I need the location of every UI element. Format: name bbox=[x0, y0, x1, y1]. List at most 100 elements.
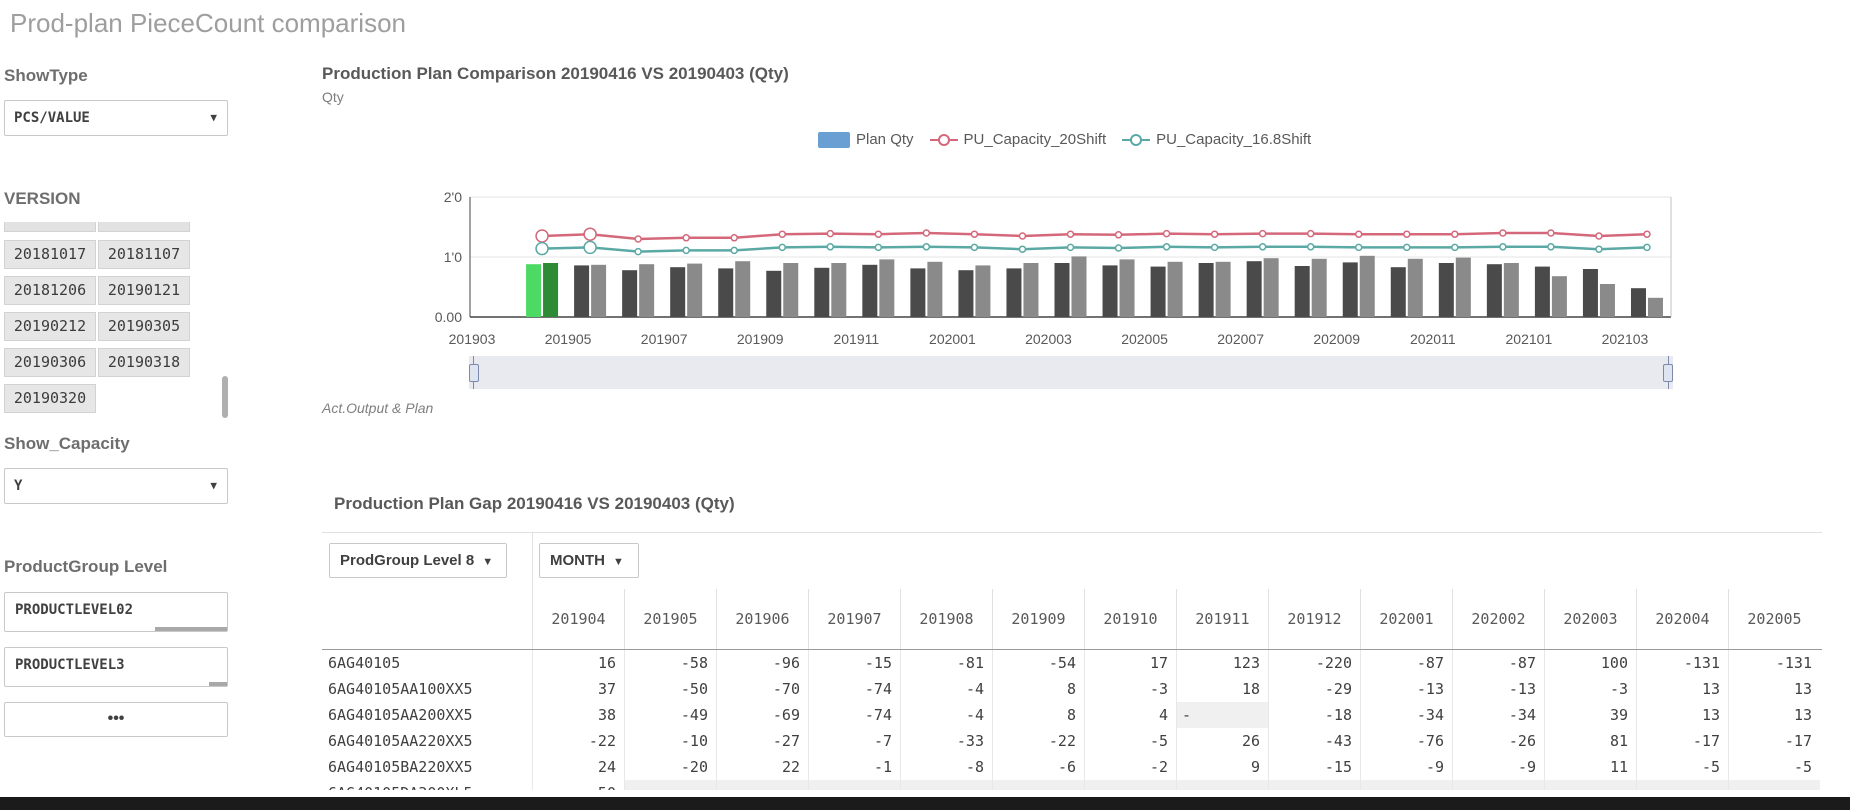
table-cell: -18 bbox=[1268, 702, 1360, 728]
table-row[interactable]: 6AG40105DA300XL5-50------------- bbox=[322, 780, 1822, 790]
bar-plan-old bbox=[1054, 263, 1070, 317]
table-cell: -27 bbox=[716, 728, 808, 754]
version-item[interactable]: 20190121 bbox=[98, 276, 190, 305]
bar-plan-old bbox=[814, 267, 830, 317]
table-cell: - bbox=[716, 780, 808, 790]
scroll-handle-right[interactable] bbox=[1663, 364, 1673, 382]
table-cell: -22 bbox=[532, 728, 624, 754]
product-level-field[interactable]: PRODUCTLEVEL3 bbox=[4, 647, 228, 687]
point-capacity-16shift bbox=[826, 243, 835, 251]
version-item[interactable]: 20190212 bbox=[4, 312, 96, 341]
table-row[interactable]: 6AG40105BA220XX5 24 -20 22 -1 -8 -6 -2 9 -15 -9 -9 1… bbox=[322, 754, 1822, 780]
x-tick-label: 202101 bbox=[1506, 331, 1553, 347]
table-cell: -49 bbox=[624, 702, 716, 728]
column-header[interactable]: 201910 bbox=[1084, 589, 1176, 649]
bar-plan-old bbox=[1006, 268, 1022, 317]
point-capacity-16shift bbox=[583, 240, 597, 255]
column-header[interactable]: 202005 bbox=[1728, 589, 1820, 649]
point-capacity-20shift bbox=[1306, 229, 1315, 238]
column-header[interactable]: 201909 bbox=[992, 589, 1084, 649]
showtype-dropdown[interactable]: PCS/VALUE ▼ bbox=[4, 100, 228, 136]
point-capacity-16shift bbox=[682, 246, 690, 255]
table-cell: 13 bbox=[1728, 676, 1820, 702]
chart-scroll-navigator[interactable] bbox=[469, 356, 1673, 389]
table-title: Production Plan Gap 20190416 VS 20190403… bbox=[334, 494, 735, 513]
version-item[interactable]: 20181017 bbox=[4, 240, 96, 269]
column-header[interactable]: 201906 bbox=[716, 589, 808, 649]
y-tick-label: 1'0 bbox=[444, 249, 462, 265]
point-capacity-20shift bbox=[1162, 229, 1171, 238]
point-capacity-20shift bbox=[682, 234, 690, 242]
product-level-field[interactable]: PRODUCTLEVEL02 bbox=[4, 592, 228, 632]
bar-plan-old bbox=[766, 270, 782, 317]
dimension-button[interactable]: ProdGroup Level 8 ▼ bbox=[329, 543, 507, 578]
table-cell: -33 bbox=[900, 728, 992, 754]
version-item[interactable]: 20190306 bbox=[4, 348, 96, 377]
table-cell: 13 bbox=[1636, 676, 1728, 702]
table-cell: -13 bbox=[1452, 676, 1544, 702]
table-cell: -131 bbox=[1636, 650, 1728, 676]
column-header[interactable]: 201908 bbox=[900, 589, 992, 649]
table-cell: 11 bbox=[1544, 754, 1636, 780]
bar-plan-old bbox=[910, 268, 926, 317]
bar-plan-new bbox=[1263, 258, 1279, 317]
point-capacity-20shift bbox=[1643, 230, 1651, 238]
table-cell: -10 bbox=[624, 728, 716, 754]
version-item[interactable]: 20190305 bbox=[98, 312, 190, 341]
chart-legend: Plan Qty PU_Capacity_20Shift PU_Capacity… bbox=[818, 131, 1327, 148]
bar-plan-new bbox=[783, 263, 799, 317]
version-item[interactable]: 20181107 bbox=[98, 240, 190, 269]
table-row[interactable]: 6AG40105AA220XX5 -22 -10 -27 -7 -33 -22 -5 26 -43… bbox=[322, 728, 1822, 754]
bar-plan-new bbox=[879, 259, 895, 317]
table-cell: -26 bbox=[1452, 728, 1544, 754]
table-cell: 38 bbox=[532, 702, 624, 728]
point-capacity-20shift bbox=[970, 230, 979, 238]
version-list[interactable]: 20181017 20181107 20181206 20190121 2019… bbox=[4, 222, 228, 417]
column-header[interactable]: 201912 bbox=[1268, 589, 1360, 649]
bar-plan-new bbox=[927, 261, 943, 317]
table-row[interactable]: 6AG40105 16 -58 -96 -15 -81 -54 17 123 -220 -87 -87… bbox=[322, 650, 1822, 676]
legend-line-icon bbox=[929, 132, 958, 148]
table-cell: 8 bbox=[992, 676, 1084, 702]
version-label: VERSION bbox=[4, 189, 81, 208]
product-level-field-label: PRODUCTLEVEL3 bbox=[15, 657, 125, 673]
bar-plan-new bbox=[1311, 258, 1327, 317]
legend-item-capacity-20[interactable]: PU_Capacity_20Shift bbox=[929, 131, 1106, 148]
table-cell: -17 bbox=[1636, 728, 1728, 754]
point-capacity-16shift bbox=[1258, 243, 1267, 251]
table-row[interactable]: 6AG40105AA100XX5 37 -50 -70 -74 -4 8 -3 18 -29 -13… bbox=[322, 676, 1822, 702]
version-item[interactable]: 20190320 bbox=[4, 384, 96, 413]
legend-item-plan-qty[interactable]: Plan Qty bbox=[818, 131, 914, 148]
bar-plan-new bbox=[975, 265, 991, 317]
table-cell: -13 bbox=[1360, 676, 1452, 702]
selection-bar bbox=[209, 682, 227, 686]
column-header[interactable]: 202002 bbox=[1452, 589, 1544, 649]
legend-item-capacity-16[interactable]: PU_Capacity_16.8Shift bbox=[1122, 131, 1311, 148]
table-cell: -9 bbox=[1452, 754, 1544, 780]
version-item[interactable]: 20181206 bbox=[4, 276, 96, 305]
column-header[interactable]: 202004 bbox=[1636, 589, 1728, 649]
version-item[interactable]: 20190318 bbox=[98, 348, 190, 377]
table-cell: - bbox=[1728, 780, 1820, 790]
row-label: 6AG40105BA220XX5 bbox=[328, 758, 473, 776]
bar-plan-old bbox=[1438, 263, 1454, 317]
column-header[interactable]: 202003 bbox=[1544, 589, 1636, 649]
column-header[interactable]: 201905 bbox=[624, 589, 716, 649]
table-cell: -58 bbox=[624, 650, 716, 676]
show-capacity-dropdown[interactable]: Y ▼ bbox=[4, 468, 228, 504]
point-capacity-16shift bbox=[1018, 245, 1027, 253]
x-tick-label: 201903 bbox=[449, 331, 496, 347]
scroll-handle-left[interactable] bbox=[469, 364, 479, 382]
period-button[interactable]: MONTH ▼ bbox=[539, 543, 639, 578]
column-header[interactable]: 202001 bbox=[1360, 589, 1452, 649]
column-header[interactable]: 201904 bbox=[532, 589, 624, 649]
version-scrollbar[interactable] bbox=[222, 376, 228, 418]
column-header[interactable]: 201911 bbox=[1176, 589, 1268, 649]
table-row[interactable]: 6AG40105AA200XX5 38 -49 -69 -74 -4 8 4- -18 -34 -3… bbox=[322, 702, 1822, 728]
bar-plan-new bbox=[1647, 297, 1663, 317]
column-header[interactable]: 201907 bbox=[808, 589, 900, 649]
more-button[interactable]: ••• bbox=[4, 702, 228, 737]
table-cell: -9 bbox=[1360, 754, 1452, 780]
table-cell: -5 bbox=[1084, 728, 1176, 754]
point-capacity-16shift bbox=[874, 243, 883, 252]
